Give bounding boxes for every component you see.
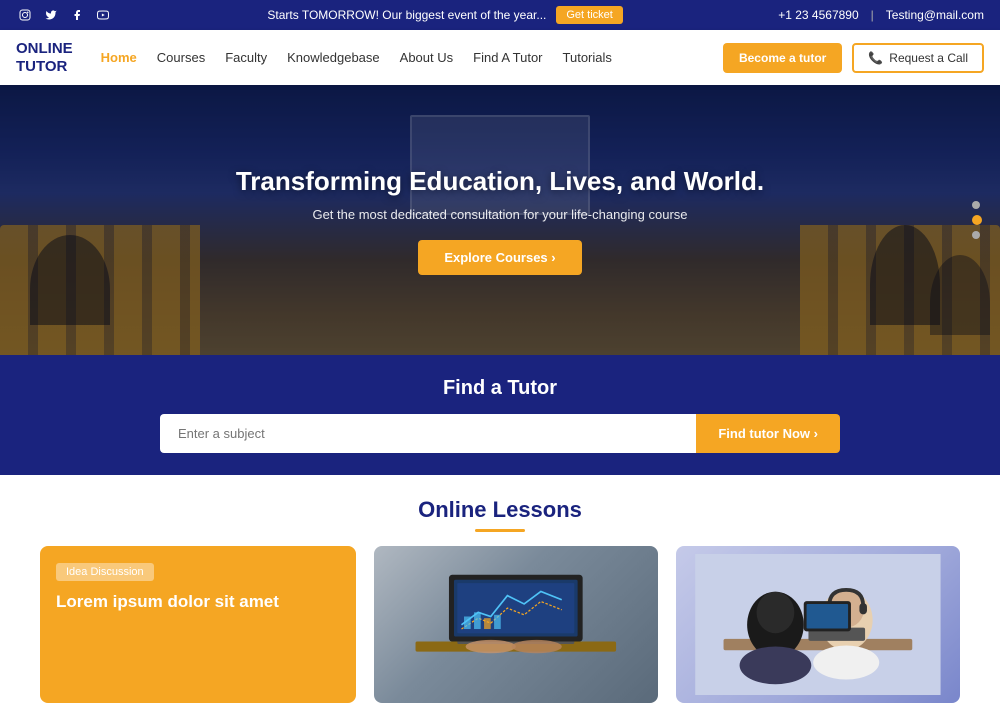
lessons-title-wrap: Online Lessons: [40, 497, 960, 532]
lessons-cards: Idea Discussion Lorem ipsum dolor sit am…: [40, 546, 960, 703]
lessons-section: Online Lessons Idea Discussion Lorem ips…: [0, 475, 1000, 719]
navbar: ONLINE TUTOR Home Courses Faculty Knowle…: [0, 30, 1000, 85]
facebook-icon[interactable]: [68, 6, 86, 24]
announcement-text: Starts TOMORROW! Our biggest event of th…: [267, 8, 546, 22]
find-tutor-title: Find a Tutor: [443, 377, 557, 400]
find-tutor-form: Find tutor Now: [160, 414, 840, 453]
request-call-button[interactable]: 📞 Request a Call: [852, 43, 984, 73]
nav-find-tutor[interactable]: Find A Tutor: [473, 50, 542, 65]
explore-courses-button[interactable]: Explore Courses: [418, 240, 581, 275]
lesson-card-idea[interactable]: Idea Discussion Lorem ipsum dolor sit am…: [40, 546, 356, 703]
social-icons: [16, 6, 112, 24]
nav-actions: Become a tutor 📞 Request a Call: [723, 43, 984, 73]
get-ticket-button[interactable]: Get ticket: [556, 6, 622, 24]
hero-content: Transforming Education, Lives, and World…: [236, 166, 764, 275]
find-tutor-section: Find a Tutor Find tutor Now: [0, 355, 1000, 475]
email-address: Testing@mail.com: [886, 8, 984, 22]
hero-title: Transforming Education, Lives, and World…: [236, 166, 764, 197]
lesson-tag: Idea Discussion: [56, 563, 154, 581]
lessons-underline: [475, 529, 525, 532]
subject-input[interactable]: [160, 414, 696, 453]
hero-section: Transforming Education, Lives, and World…: [0, 85, 1000, 355]
lesson-card-students[interactable]: [676, 546, 960, 703]
students-illustration: [683, 554, 953, 696]
twitter-icon[interactable]: [42, 6, 60, 24]
nav-tutorials[interactable]: Tutorials: [563, 50, 612, 65]
slider-dot-3[interactable]: [972, 231, 980, 239]
instagram-icon[interactable]: [16, 6, 34, 24]
nav-home[interactable]: Home: [101, 50, 137, 65]
lessons-title: Online Lessons: [40, 497, 960, 523]
phone-number: +1 23 4567890: [778, 8, 858, 22]
nav-courses[interactable]: Courses: [157, 50, 205, 65]
find-tutor-button[interactable]: Find tutor Now: [696, 414, 840, 453]
nav-faculty[interactable]: Faculty: [225, 50, 267, 65]
nav-about[interactable]: About Us: [400, 50, 453, 65]
lesson-card-text: Lorem ipsum dolor sit amet: [56, 591, 340, 613]
slider-dots: [972, 201, 982, 239]
hero-subtitle: Get the most dedicated consultation for …: [236, 207, 764, 222]
logo[interactable]: ONLINE TUTOR: [16, 40, 73, 76]
contact-info: +1 23 4567890 | Testing@mail.com: [778, 8, 984, 22]
top-bar: Starts TOMORROW! Our biggest event of th…: [0, 0, 1000, 30]
announcement-bar: Starts TOMORROW! Our biggest event of th…: [267, 6, 622, 24]
phone-icon: 📞: [868, 51, 883, 65]
slider-dot-1[interactable]: [972, 201, 980, 209]
nav-links: Home Courses Faculty Knowledgebase About…: [101, 50, 723, 65]
youtube-icon[interactable]: [94, 6, 112, 24]
lesson-card-laptop[interactable]: [374, 546, 658, 703]
nav-knowledgebase[interactable]: Knowledgebase: [287, 50, 380, 65]
laptop-illustration: [388, 558, 644, 692]
slider-dot-2[interactable]: [972, 215, 982, 225]
become-tutor-button[interactable]: Become a tutor: [723, 43, 842, 73]
